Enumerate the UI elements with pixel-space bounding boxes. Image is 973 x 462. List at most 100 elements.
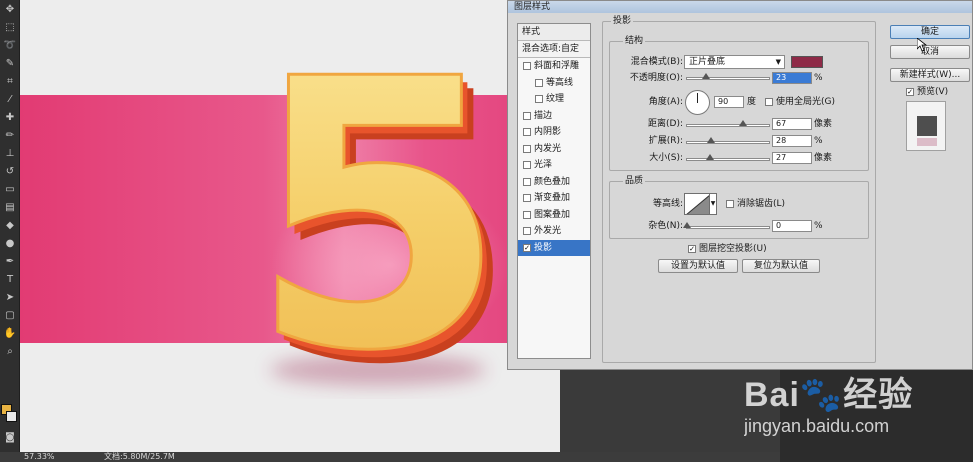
style-item[interactable]: 内发光: [518, 141, 590, 158]
size-slider-thumb[interactable]: [705, 154, 714, 160]
style-item-checkbox[interactable]: [523, 210, 531, 219]
styles-header[interactable]: 样式: [518, 24, 590, 41]
style-item[interactable]: ✓ 投影: [518, 239, 590, 256]
spread-slider-thumb[interactable]: [706, 137, 715, 143]
contour-dropdown-arrow[interactable]: ▼: [709, 193, 717, 215]
type-tool-icon[interactable]: T: [3, 274, 17, 286]
tools-panel: ✥ ⬚ ➰ ✎ ⌗ ⁄ ✚ ✏ ⊥ ↺ ▭ ▤ ◆ ● ✒ T ➤ ▢ ✋ ⌕ …: [0, 0, 20, 452]
style-item[interactable]: 渐变叠加: [518, 190, 590, 207]
spread-label: 扩展(R):: [648, 136, 683, 146]
contour-picker[interactable]: [684, 193, 710, 215]
eraser-tool-icon[interactable]: ▭: [3, 184, 17, 196]
pen-tool-icon[interactable]: ✒: [3, 256, 17, 268]
style-item-checkbox[interactable]: [535, 78, 543, 87]
opacity-slider[interactable]: [686, 73, 770, 80]
gradient-tool-icon[interactable]: ▤: [3, 202, 17, 214]
status-bar: 57.33% 文档:5.80M/25.7M: [0, 452, 780, 462]
brush-tool-icon[interactable]: ✏: [3, 130, 17, 142]
style-preview-thumbnail: [906, 101, 946, 151]
crop-tool-icon[interactable]: ⌗: [3, 76, 17, 88]
shape-tool-icon[interactable]: ▢: [3, 310, 17, 322]
document-canvas[interactable]: 5 5 5: [20, 0, 560, 452]
document-size-info[interactable]: 文档:5.80M/25.7M: [104, 452, 175, 462]
noise-slider-thumb[interactable]: [683, 222, 691, 228]
quick-select-tool-icon[interactable]: ✎: [3, 58, 17, 70]
style-item-checkbox[interactable]: [523, 128, 531, 136]
style-item-checkbox[interactable]: [523, 111, 531, 120]
drop-shadow-title: 投影: [611, 16, 634, 26]
marquee-tool-icon[interactable]: ⬚: [3, 22, 17, 34]
preview-label: 预览(V): [917, 87, 949, 97]
background-color-swatch[interactable]: [6, 411, 17, 422]
layer-style-dialog: 图层样式 样式 混合选项:自定 斜面和浮雕 等高线 纹理 描边 内阴影 内发光 光泽 颜色叠加…: [507, 0, 973, 370]
opacity-label: 不透明度(O):: [629, 73, 683, 83]
distance-slider-thumb[interactable]: [739, 120, 748, 126]
photoshop-workspace: ✥ ⬚ ➰ ✎ ⌗ ⁄ ✚ ✏ ⊥ ↺ ▭ ▤ ◆ ● ✒ T ➤ ▢ ✋ ⌕ …: [0, 0, 973, 462]
size-input[interactable]: 27: [772, 152, 812, 164]
dialog-title[interactable]: 图层样式: [508, 1, 972, 13]
eyedropper-tool-icon[interactable]: ⁄: [3, 94, 17, 106]
blending-options-item[interactable]: 混合选项:自定: [518, 41, 590, 58]
style-item-checkbox[interactable]: [535, 95, 543, 103]
style-item-checkbox[interactable]: [523, 194, 531, 202]
reset-default-button[interactable]: 复位为默认值: [742, 259, 820, 273]
style-item[interactable]: 光泽: [518, 157, 590, 174]
style-item[interactable]: 斜面和浮雕: [518, 58, 590, 75]
quick-mask-icon[interactable]: ◙: [3, 432, 17, 444]
style-items: 斜面和浮雕 等高线 纹理 描边 内阴影 内发光 光泽 颜色叠加渐变叠加图案叠加外发光 ✓ 投影: [518, 58, 590, 256]
size-label: 大小(S):: [649, 153, 683, 163]
ok-button[interactable]: 确定: [890, 25, 970, 39]
style-item-checkbox[interactable]: ✓: [523, 243, 531, 252]
angle-label: 角度(A):: [648, 97, 683, 107]
style-item[interactable]: 图案叠加: [518, 207, 590, 224]
style-item[interactable]: 外发光: [518, 223, 590, 240]
history-brush-tool-icon[interactable]: ↺: [3, 166, 17, 178]
noise-slider[interactable]: [683, 222, 770, 229]
lasso-tool-icon[interactable]: ➰: [3, 40, 17, 52]
style-item-checkbox[interactable]: [523, 227, 531, 235]
dodge-tool-icon[interactable]: ●: [3, 238, 17, 250]
zoom-tool-icon[interactable]: ⌕: [3, 346, 17, 358]
path-select-tool-icon[interactable]: ➤: [3, 292, 17, 304]
distance-input[interactable]: 67: [772, 118, 812, 130]
spread-input[interactable]: 28: [772, 135, 812, 147]
style-item[interactable]: 纹理: [518, 91, 590, 108]
opacity-slider-thumb[interactable]: [702, 73, 711, 79]
global-light-check[interactable]: [765, 98, 773, 106]
global-light-label: 使用全局光(G): [776, 97, 835, 107]
opacity-input[interactable]: 23: [772, 72, 812, 84]
style-item-label: 外发光: [534, 226, 562, 236]
contour-label: 等高线:: [652, 199, 683, 209]
angle-input[interactable]: 90: [714, 96, 744, 108]
shadow-color-swatch[interactable]: [791, 56, 823, 68]
style-item[interactable]: 等高线: [518, 75, 590, 92]
blend-mode-label: 混合模式(B):: [630, 57, 683, 67]
style-item[interactable]: 描边: [518, 108, 590, 125]
preview-check[interactable]: ✓: [906, 88, 914, 96]
move-tool-icon[interactable]: ✥: [3, 4, 17, 16]
style-item-checkbox[interactable]: [523, 62, 531, 70]
blend-mode-value: 正片叠底: [689, 57, 726, 67]
make-default-button[interactable]: 设置为默认值: [658, 259, 738, 273]
distance-slider[interactable]: [686, 120, 770, 127]
style-item-label: 渐变叠加: [534, 193, 571, 203]
stamp-tool-icon[interactable]: ⊥: [3, 148, 17, 160]
style-item[interactable]: 颜色叠加: [518, 174, 590, 191]
angle-dial[interactable]: [685, 90, 710, 115]
healing-tool-icon[interactable]: ✚: [3, 112, 17, 124]
style-item[interactable]: 内阴影: [518, 124, 590, 141]
style-item-checkbox[interactable]: [523, 144, 531, 153]
noise-input[interactable]: 0: [772, 220, 812, 232]
spread-slider[interactable]: [686, 137, 770, 144]
size-slider[interactable]: [686, 154, 770, 161]
new-style-button[interactable]: 新建样式(W)...: [890, 68, 970, 82]
hand-tool-icon[interactable]: ✋: [3, 328, 17, 340]
cancel-button[interactable]: 取消: [890, 45, 970, 59]
style-item-checkbox[interactable]: [523, 161, 531, 169]
blur-tool-icon[interactable]: ◆: [3, 220, 17, 232]
zoom-level[interactable]: 57.33%: [24, 452, 55, 462]
style-item-checkbox[interactable]: [523, 177, 531, 186]
anti-alias-check[interactable]: [726, 200, 734, 208]
blend-mode-select[interactable]: 正片叠底 ▼: [684, 55, 785, 69]
knockout-check[interactable]: ✓: [688, 245, 696, 253]
